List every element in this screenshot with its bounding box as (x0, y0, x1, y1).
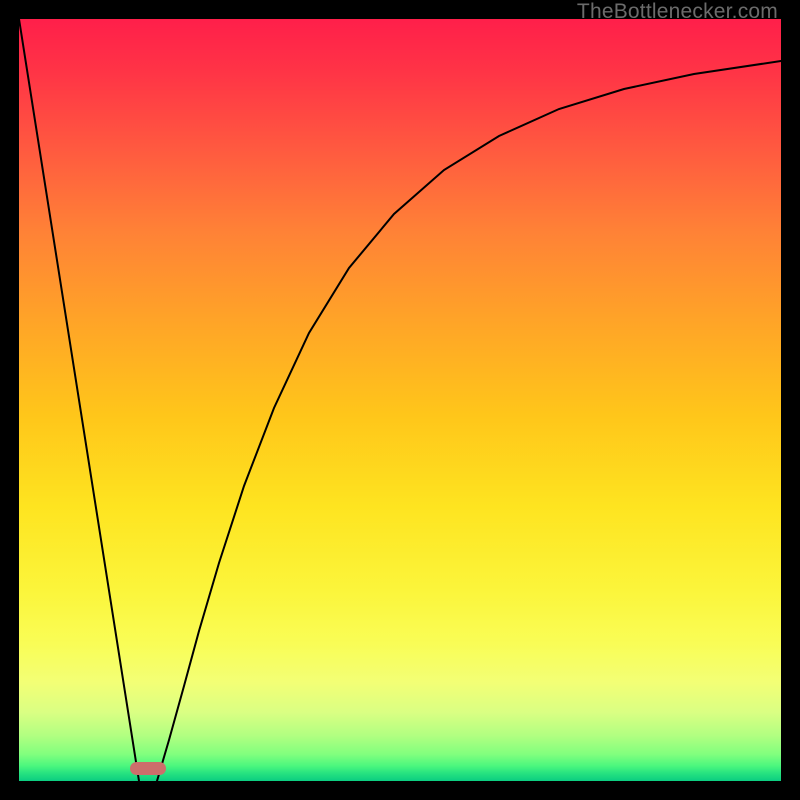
plot-frame (19, 19, 781, 781)
bottleneck-curve (19, 19, 781, 781)
left-v-branch (19, 19, 139, 781)
right-curve-branch (157, 61, 781, 781)
minimum-marker (130, 762, 166, 775)
